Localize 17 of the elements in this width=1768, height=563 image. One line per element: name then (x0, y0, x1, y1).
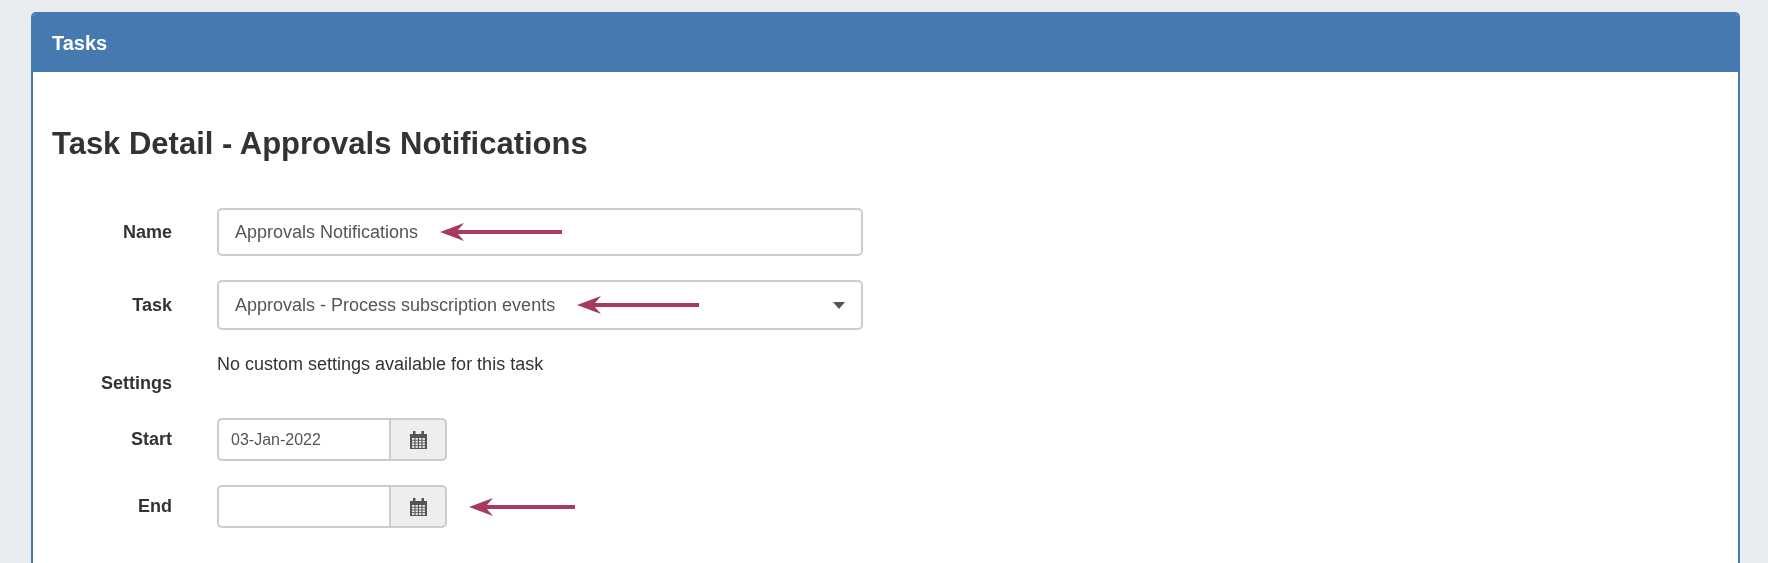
panel-title: Tasks (52, 31, 108, 55)
calendar-button[interactable] (389, 485, 447, 528)
field-label: End (138, 496, 172, 517)
field-label: Start (131, 429, 172, 450)
caret-icon (833, 301, 845, 309)
field-label: Name (122, 221, 172, 243)
date-field[interactable]: 03-Jan-2022 (217, 418, 389, 461)
field-label: Task (132, 294, 172, 316)
settings-text: No custom settings available for this task (217, 354, 545, 375)
page-heading: Task Detail - Approvals Notifications (52, 126, 589, 162)
field-label: Settings (101, 373, 172, 394)
name-field[interactable]: Approvals Notifications (217, 208, 863, 256)
task-select[interactable]: Approvals - Process subscription events (217, 280, 863, 330)
calendar-icon (409, 430, 427, 449)
calendar-icon (409, 497, 427, 516)
calendar-button[interactable] (389, 418, 447, 461)
date-field[interactable] (217, 485, 389, 528)
